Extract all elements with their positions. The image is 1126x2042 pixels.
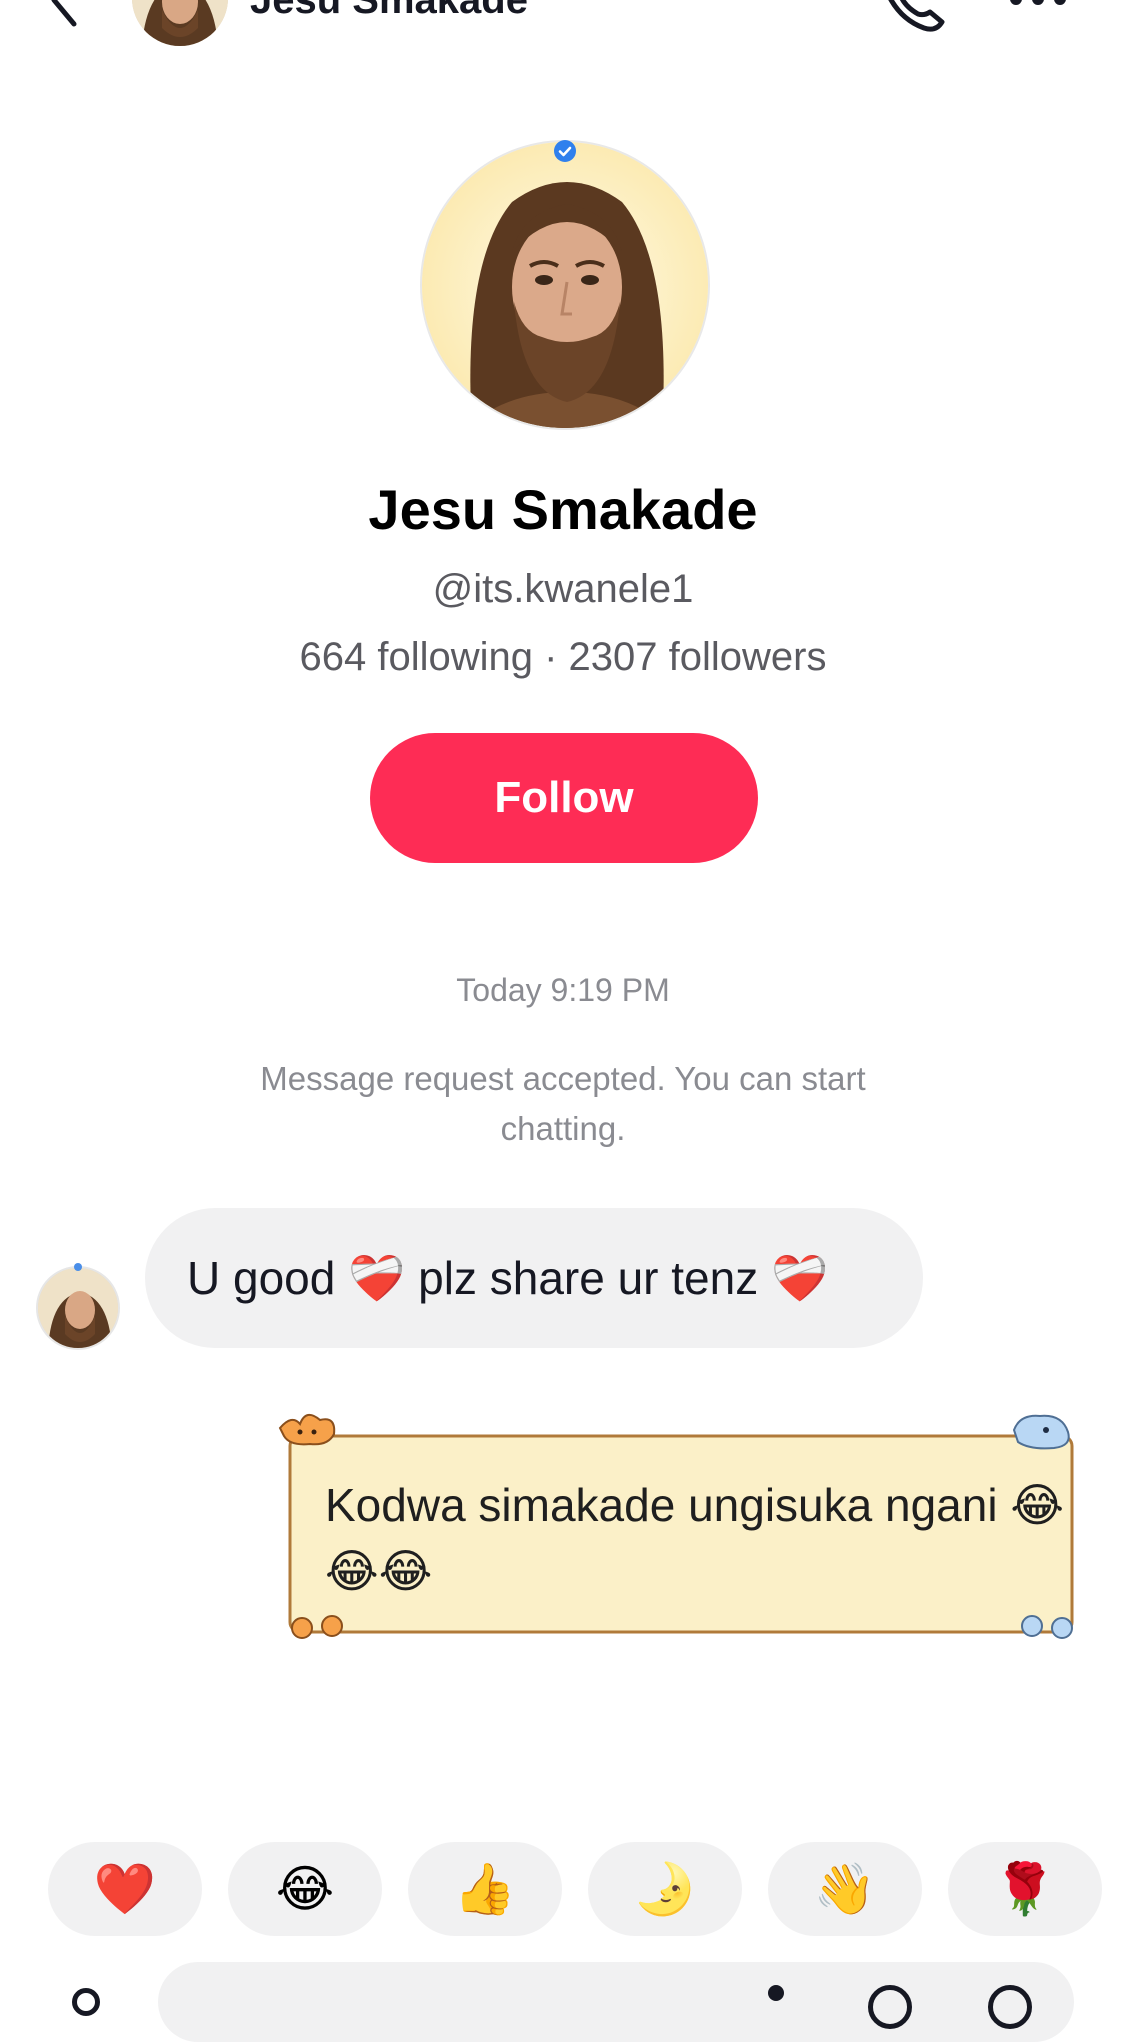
follow-button[interactable]: Follow <box>370 733 758 863</box>
message-timestamp: Today 9:19 PM <box>456 972 670 1008</box>
profile-name: Jesu Smakade <box>368 478 758 541</box>
profile-handle: @its.kwanele1 <box>432 567 694 611</box>
reaction-rose[interactable]: 🌹 <box>948 1842 1102 1936</box>
camera-icon[interactable] <box>72 1988 100 2016</box>
reaction-laughing[interactable]: 😂 <box>228 1842 382 1936</box>
profile-avatar[interactable] <box>420 140 710 430</box>
mic-icon[interactable] <box>768 1985 784 2001</box>
header-avatar[interactable] <box>132 0 228 46</box>
back-arrow-icon[interactable] <box>40 0 90 30</box>
reaction-thumbs-up[interactable]: 👍 <box>408 1842 562 1936</box>
message-input[interactable] <box>158 1962 1074 2042</box>
message-text: Kodwa simakade ungisuka ngani 😂😂😂 <box>325 1479 1065 1597</box>
header-name[interactable]: Jesu Smakade <box>250 0 528 22</box>
message-text: U good ❤️‍🩹 plz share ur tenz ❤️‍🩹 <box>187 1252 829 1304</box>
incoming-message-bubble[interactable]: U good ❤️‍🩹 plz share ur tenz ❤️‍🩹 <box>145 1208 923 1348</box>
profile-stats: 664 following · 2307 followers <box>299 635 827 679</box>
add-icon[interactable] <box>988 1985 1032 2029</box>
reaction-wave[interactable]: 👋 <box>768 1842 922 1936</box>
phone-icon[interactable] <box>878 0 948 32</box>
online-dot <box>74 1263 82 1271</box>
emoji-icon[interactable] <box>868 1985 912 2029</box>
reaction-moon[interactable]: 🌛 <box>588 1842 742 1936</box>
verified-badge-icon <box>554 140 576 162</box>
reaction-heart[interactable]: ❤️ <box>48 1842 202 1936</box>
more-icon[interactable] <box>1008 0 1068 6</box>
system-message: Message request accepted. You can start … <box>260 1060 866 1147</box>
chat-header: Jesu Smakade <box>0 0 1126 60</box>
message-avatar[interactable] <box>36 1266 120 1350</box>
